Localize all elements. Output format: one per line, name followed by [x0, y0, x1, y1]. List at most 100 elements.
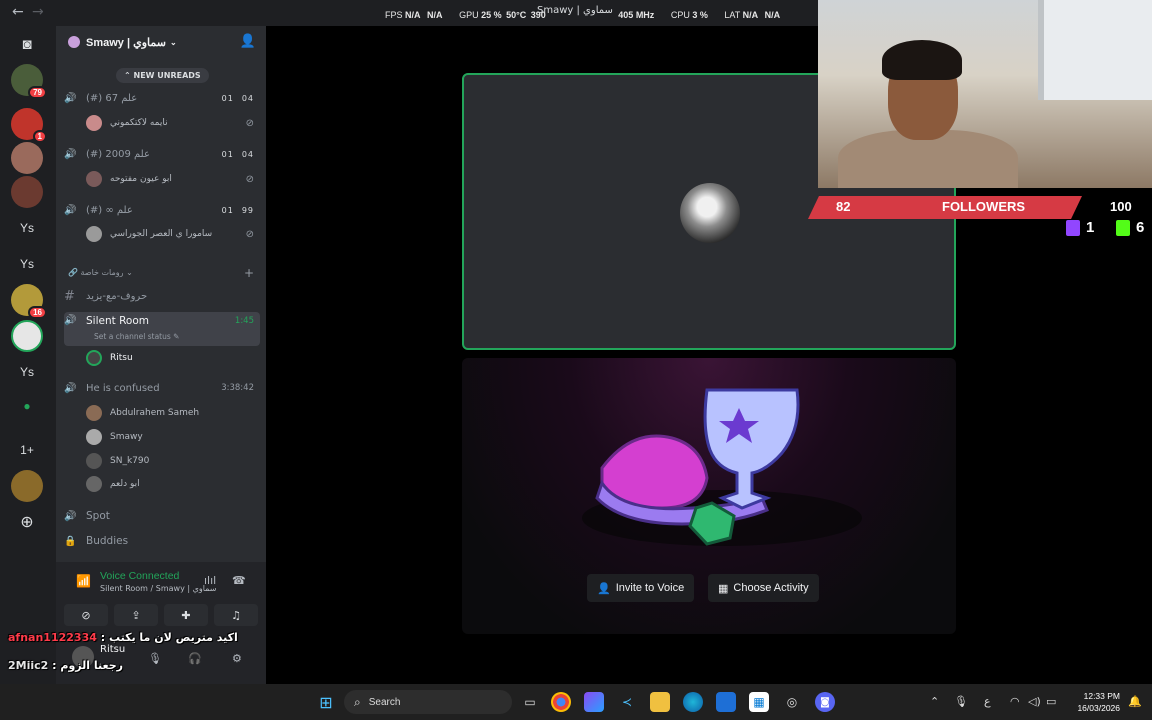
soundboard-button[interactable]: ♫ [214, 604, 258, 626]
server-icon[interactable] [11, 176, 43, 208]
server-icon[interactable]: 1 [11, 108, 47, 143]
avatar [86, 453, 102, 469]
server-icon[interactable]: 1+ [11, 434, 43, 466]
mail-icon[interactable] [716, 692, 736, 712]
voice-user[interactable]: Smawy [86, 427, 260, 447]
activity-grid-icon: ▦ [718, 582, 729, 595]
server-header[interactable]: Smawy | سماوي ⌄ [56, 26, 266, 58]
cpu-load: 3 % [692, 10, 708, 20]
text-channel[interactable]: # حروف-مع-يزيد [64, 286, 260, 306]
clock-time: 12:33 PM [1083, 691, 1120, 701]
windows-start-icon[interactable]: ⊞ [316, 692, 336, 712]
battery-icon[interactable]: ▭ [1046, 695, 1056, 708]
gpu-load: 25 % [481, 10, 502, 20]
server-icon[interactable]: 16 [11, 284, 47, 319]
voice-channel[interactable]: 🔊 Spot [64, 506, 260, 526]
twitch-icon [1066, 219, 1080, 236]
taskbar-clock[interactable]: 12:33 PM 16/03/2026 [1077, 690, 1120, 714]
hash-icon: # [64, 288, 75, 304]
chevron-up-icon[interactable]: ⌃ [930, 695, 939, 708]
voice-user[interactable]: SN_k790 [86, 451, 260, 471]
channel-status[interactable]: Set a channel status ✎ [94, 332, 179, 341]
window-background [1038, 0, 1152, 100]
server-icon[interactable] [11, 142, 43, 174]
voice-channel-active[interactable]: 🔊 Silent Room 1:45 Set a channel status … [64, 312, 260, 346]
discord-taskbar-icon[interactable]: ◙ [815, 692, 835, 712]
add-channel-icon[interactable]: + [244, 266, 254, 280]
disconnect-icon[interactable]: ☎ [232, 574, 246, 587]
channel-name: He is confused [86, 382, 160, 394]
choose-activity-button[interactable]: ▦ Choose Activity [708, 574, 819, 602]
server-icon[interactable]: ● [11, 390, 43, 422]
category-header[interactable]: 🔗 رومات خاصة ⌄ [68, 268, 133, 277]
chrome-icon[interactable] [551, 692, 571, 712]
voice-user[interactable]: نايمه لاكتكموني ⊘ [86, 113, 260, 133]
channel-name: (#) ∞ علم [86, 204, 133, 216]
taskbar-search[interactable]: ⌕ Search [344, 690, 512, 714]
voice-location[interactable]: Silent Room / Smawy | سماوي [100, 584, 216, 593]
voice-channel[interactable]: 🔊 (#) 2009 علم 01 04 [64, 144, 260, 164]
channel-name: (#) 2009 علم [86, 148, 150, 160]
server-rail: ◙ 79 1 Ys Ys 16 Ys ● 1+ ⊕ [0, 26, 56, 684]
volume-icon[interactable]: ◁) [1028, 695, 1041, 708]
voice-user[interactable]: ابو عيون مفتوحه ⊘ [86, 169, 260, 189]
user-name: Ritsu [110, 353, 133, 363]
avatar [86, 429, 102, 445]
server-icon-active[interactable] [11, 320, 43, 352]
add-server-icon[interactable]: ⊕ [11, 506, 43, 538]
voice-user[interactable]: سامورا ي العصر الجوراسي ⊘ [86, 224, 260, 244]
user-name: ابو دلعم [110, 479, 140, 489]
activities-button[interactable]: ✚ [164, 604, 208, 626]
mention-badge: 16 [28, 306, 47, 319]
stream-chat-line: 2Miic2 : رجعنا الزوم [8, 659, 123, 672]
add-member-icon[interactable]: 👤 [240, 34, 256, 49]
vscode-icon[interactable]: ≺ [617, 692, 637, 712]
screen-share-button[interactable]: ⇪ [114, 604, 158, 626]
voice-channel-locked[interactable]: 🔒 Buddies [64, 531, 260, 551]
new-unreads-pill[interactable]: ⌃ NEW UNREADS [116, 68, 209, 83]
edge-icon[interactable] [683, 692, 703, 712]
notification-icon[interactable]: 🔔 [1128, 695, 1142, 708]
voice-channel[interactable]: 🔊 (#) 67 علم 01 04 [64, 88, 260, 108]
settings-gear-icon[interactable]: ⚙ [232, 652, 242, 665]
forward-arrow-icon[interactable]: → [32, 4, 44, 20]
count-current: 01 [221, 205, 234, 215]
task-view-icon[interactable]: ▭ [520, 692, 540, 712]
server-icon[interactable] [11, 470, 43, 502]
back-arrow-icon[interactable]: ← [12, 4, 24, 20]
server-icon[interactable]: Ys [11, 356, 43, 388]
language-indicator[interactable]: ع [984, 695, 991, 708]
voice-channel[interactable]: 🔊 He is confused 3:38:42 [64, 378, 260, 398]
server-icon[interactable]: 79 [11, 64, 47, 99]
current-user-name[interactable]: Ritsu [100, 644, 125, 655]
server-avatar-icon [68, 36, 80, 48]
store-icon[interactable]: ▦ [749, 692, 769, 712]
signal-icon[interactable]: 📶 [76, 574, 91, 588]
camera-off-button[interactable]: ⊘ [64, 604, 108, 626]
microphone-tray-icon[interactable]: 🎙 [954, 695, 968, 708]
copilot-icon[interactable] [584, 692, 604, 712]
stream-chat-line: afnan1122334 : اكيد متريص لان ما يكتب [8, 631, 238, 644]
headphones-icon[interactable]: 🎧 [188, 652, 202, 665]
microphone-icon[interactable]: 🎙 [148, 652, 162, 665]
discord-home-icon[interactable]: ◙ [11, 28, 43, 60]
fps-label: FPS [385, 10, 403, 20]
voice-user[interactable]: ابو دلعم [86, 474, 260, 494]
voice-user[interactable]: Ritsu [86, 348, 260, 368]
voice-channel[interactable]: 🔊 (#) ∞ علم 01 99 [64, 200, 260, 220]
server-icon[interactable]: Ys [11, 248, 43, 280]
file-explorer-icon[interactable] [650, 692, 670, 712]
twitch-stat: 1 [1066, 219, 1094, 236]
app-icon[interactable]: ◎ [782, 692, 802, 712]
voice-user[interactable]: Abdulrahem Sameh [86, 403, 260, 423]
user-name: سامورا ي العصر الجوراسي [110, 229, 213, 239]
streamer-hair [882, 40, 962, 80]
noise-suppression-icon[interactable]: ılıl [204, 574, 216, 587]
invite-to-voice-button[interactable]: 👤 Invite to Voice [587, 574, 695, 602]
server-icon[interactable]: Ys [11, 212, 43, 244]
mention-badge: 1 [32, 130, 47, 143]
voice-status[interactable]: Voice Connected [100, 570, 179, 582]
search-icon: ⌕ [354, 694, 361, 709]
category-name: رومات خاصة [80, 268, 124, 277]
wifi-icon[interactable]: ◠ [1010, 695, 1020, 708]
